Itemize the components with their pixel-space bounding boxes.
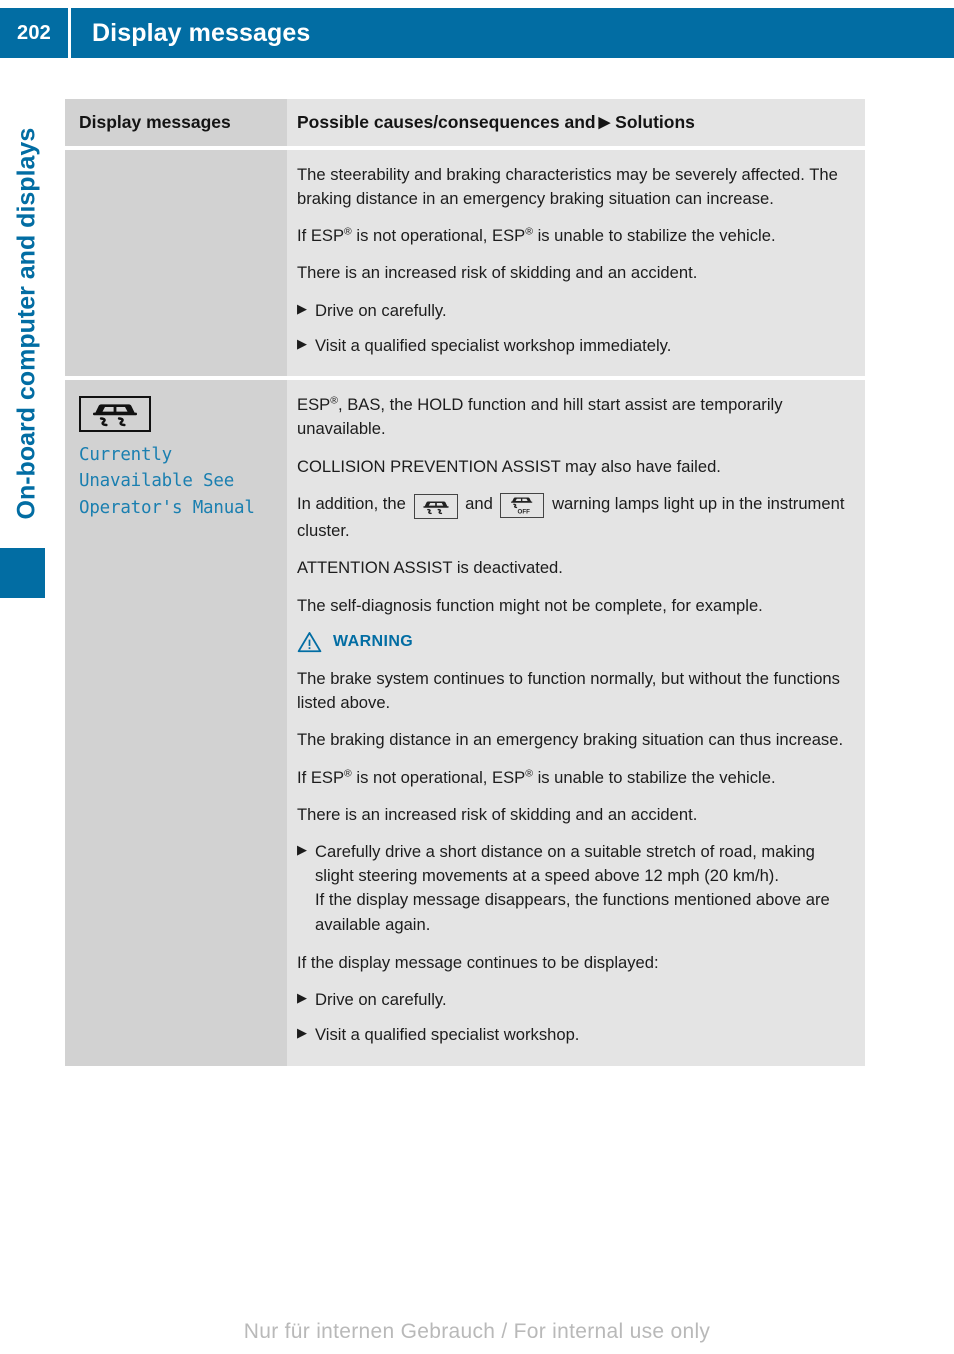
paragraph-attention-assist: ATTENTION ASSIST is deactivated. xyxy=(297,558,563,578)
esp-mid-text-3: is not operational, ESP xyxy=(351,767,526,787)
cluster-message-line-1: Currently xyxy=(79,445,173,466)
esp-off-lamp-icon: OFF xyxy=(500,493,545,519)
paragraph-braking-distance-thus: The braking distance in an emergency bra… xyxy=(297,730,844,750)
esp-post-text-2: , BAS, the HOLD function and hill start … xyxy=(297,395,783,439)
bullet-triangle-icon: ▶ xyxy=(297,990,307,1006)
warning-lamps-mid-text: and xyxy=(465,493,493,513)
table-cell-message-empty xyxy=(65,149,287,377)
footer-notice: Nur für internen Gebrauch / For internal… xyxy=(243,1320,711,1343)
list-item: ▶ Visit a qualified specialist workshop. xyxy=(297,1023,849,1047)
table-row: The steerability and braking characteris… xyxy=(65,149,865,377)
esp-mid-text-1: is not operational, ESP xyxy=(351,226,526,246)
column-header-solutions-text: Solutions xyxy=(615,112,695,132)
table-header-row: Display messages Possible causes/consequ… xyxy=(65,99,865,146)
chapter-side-label-text: On-board computer and displays xyxy=(12,127,41,520)
esp-off-lamp-icon-glyph: OFF xyxy=(511,497,533,515)
column-header-causes-solutions: Possible causes/consequences and ▶ Solutio… xyxy=(297,111,849,134)
bullet-triangle-icon: ▶ xyxy=(297,335,307,351)
registered-icon: ® xyxy=(525,225,533,238)
esp-pre-text-2: ESP xyxy=(297,395,331,415)
paragraph-collision-prevention: COLLISION PREVENTION ASSIST may also hav… xyxy=(297,456,721,476)
table-header-cell-left: Display messages xyxy=(65,99,287,146)
list-item: ▶ Drive on carefully. xyxy=(297,299,849,323)
page-title: Display messages xyxy=(92,18,311,47)
warning-triangle-icon xyxy=(297,631,322,653)
paragraph-skidding-risk-1: There is an increased risk of skidding a… xyxy=(297,263,698,283)
esp-post-text-1: is unable to stabilize the vehicle. xyxy=(532,226,776,246)
bullet-triangle-icon: ▶ xyxy=(297,1025,307,1041)
warning-heading: WARNING xyxy=(297,631,849,653)
list-item-label: Visit a qualified specialist workshop im… xyxy=(315,335,672,355)
list-item: ▶ Visit a qualified specialist workshop … xyxy=(297,334,849,358)
page-header-bar: 202 Display messages xyxy=(0,8,954,58)
paragraph-self-diagnosis: The self-diagnosis function might not be… xyxy=(297,595,763,615)
registered-icon: ® xyxy=(344,767,352,779)
warning-lamps-pre-text: In addition, the xyxy=(297,493,406,513)
cluster-display-message: Currently Unavailable See Operator's Man… xyxy=(79,442,273,521)
paragraph-esp-not-operational-1: If ESP® is not operational, ESP® is unab… xyxy=(297,224,849,248)
paragraph-steerability: The steerability and braking characteris… xyxy=(297,164,838,208)
list-item-label: Drive on carefully. xyxy=(315,300,447,320)
paragraph-esp-not-operational-2: If ESP® is not operational, ESP® is unab… xyxy=(297,766,849,790)
table-cell-causes-1: The steerability and braking characteris… xyxy=(287,149,865,377)
list-item-sublabel: If the display message disappears, the f… xyxy=(315,890,830,934)
list-item: ▶ Drive on carefully. xyxy=(297,988,849,1012)
svg-text:OFF: OFF xyxy=(518,508,531,515)
esp-skid-icon xyxy=(79,396,151,433)
paragraph-brake-system-normal: The brake system continues to function n… xyxy=(297,668,840,713)
esp-post-text-3: is unable to stabilize the vehicle. xyxy=(532,767,776,787)
registered-icon: ® xyxy=(344,225,352,238)
paragraph-warning-lamps: In addition, the and OFF warning lamps l… xyxy=(297,492,849,544)
list-item-body: Carefully drive a short distance on a su… xyxy=(315,840,849,937)
display-messages-table: Display messages Possible causes/consequ… xyxy=(65,99,865,1066)
table-row: Currently Unavailable See Operator's Man… xyxy=(65,380,865,1066)
list-item-label: Carefully drive a short distance on a su… xyxy=(315,841,815,886)
column-header-display-messages: Display messages xyxy=(79,112,231,132)
page-number: 202 xyxy=(17,21,51,44)
list-item: ▶ Carefully drive a short distance on a … xyxy=(297,840,849,937)
table-cell-message-2: Currently Unavailable See Operator's Man… xyxy=(65,380,287,1066)
table-cell-causes-2: ESP®, BAS, the HOLD function and hill st… xyxy=(287,380,865,1066)
registered-icon: ® xyxy=(525,767,533,779)
cluster-message-line-2: Unavailable See xyxy=(79,471,235,492)
esp-pre-text-1: If ESP xyxy=(297,226,345,246)
chapter-side-label: On-board computer and displays xyxy=(0,110,46,540)
list-item-label: Visit a qualified specialist workshop. xyxy=(315,1025,580,1045)
esp-lamp-icon-glyph xyxy=(422,501,449,514)
paragraph-skidding-risk-2: There is an increased risk of skidding a… xyxy=(297,804,698,824)
paragraph-message-continues: If the display message continues to be d… xyxy=(297,952,659,972)
chapter-thumb-tab xyxy=(0,548,45,598)
bullet-triangle-icon: ▶ xyxy=(297,841,307,857)
list-item-label: Drive on carefully. xyxy=(315,990,447,1010)
esp-lamp-icon xyxy=(413,494,458,520)
bullet-triangle-icon: ▶ xyxy=(297,300,307,316)
esp-pre-text-3: If ESP xyxy=(297,767,345,787)
table-header-cell-right: Possible causes/consequences and ▶ Solutio… xyxy=(287,99,865,146)
cluster-message-line-3: Operator's Manual xyxy=(79,497,255,518)
solution-triangle-icon: ▶ xyxy=(598,114,611,131)
registered-icon: ® xyxy=(330,394,338,407)
warning-label: WARNING xyxy=(333,632,414,650)
esp-skid-icon-glyph xyxy=(93,404,137,427)
column-header-causes-text: Possible causes/consequences and xyxy=(297,112,596,132)
paragraph-esp-bas-hold: ESP®, BAS, the HOLD function and hill st… xyxy=(297,393,849,441)
